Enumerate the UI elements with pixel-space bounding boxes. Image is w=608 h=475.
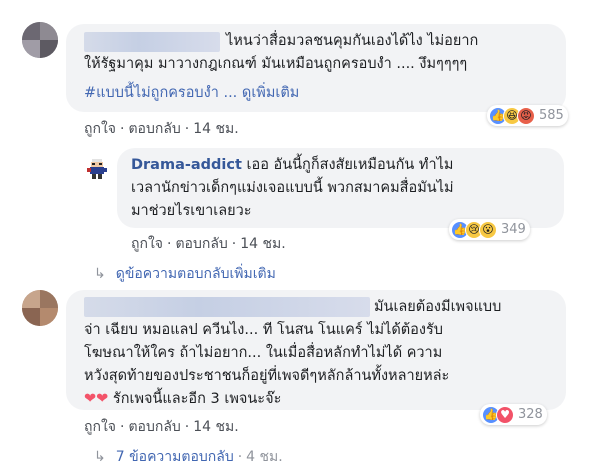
reply-button[interactable]: ตอบกลับ bbox=[128, 419, 180, 435]
avatar-pixel bbox=[22, 40, 40, 58]
reaction-count: 349 bbox=[501, 222, 526, 237]
timestamp[interactable]: 14 ชม. bbox=[193, 121, 238, 137]
avatar-pixel bbox=[22, 308, 40, 326]
drama-addict-avatar[interactable] bbox=[86, 158, 108, 180]
timestamp: 4 ชม. bbox=[246, 449, 283, 465]
reaction-summary[interactable]: 👍 ♥ 328 bbox=[480, 404, 547, 425]
avatar[interactable] bbox=[22, 290, 58, 326]
comment-text: รักเพจนี้และอีก 3 เพจนะจ๊ะ bbox=[112, 391, 282, 407]
hashtag-link[interactable]: #แบบนี้ไม่ถูกครอบงำ bbox=[84, 85, 219, 101]
separator-dot: · bbox=[184, 121, 190, 137]
reply-text: เออ อันนี้กูก็สงสัยเหมือนกัน ทำไม bbox=[246, 157, 454, 173]
comment-text: จ่า เฉียบ หมอแลป ควีนไง... ที โนสน โนแคร… bbox=[84, 322, 443, 338]
avatar-pixel bbox=[22, 22, 40, 40]
comment-last-line: ❤❤ รักเพจนี้และอีก 3 เพจนะจ๊ะ bbox=[84, 388, 281, 411]
separator-dot: · bbox=[184, 419, 190, 435]
heart-emoji-icon: ❤ bbox=[84, 391, 97, 407]
love-reaction-icon: ♥ bbox=[496, 405, 514, 424]
avatar-pixel bbox=[22, 290, 40, 308]
reaction-summary[interactable]: 👍 😆 😡 585 bbox=[487, 105, 568, 126]
see-more-link[interactable]: ... ดูเพิ่มเติม bbox=[223, 85, 299, 101]
pixel-character-icon bbox=[86, 158, 108, 180]
view-more-replies-link[interactable]: ↳ ดูข้อความตอบกลับเพิ่มเติม bbox=[94, 263, 276, 285]
reply-actions: ถูกใจ · ตอบกลับ · 14 ชม. bbox=[131, 233, 286, 255]
like-button[interactable]: ถูกใจ bbox=[131, 236, 163, 252]
more-replies-label: 7 ข้อความตอบกลับ bbox=[115, 449, 234, 465]
commenter-name-blurred[interactable] bbox=[84, 32, 220, 52]
separator-dot: · bbox=[167, 236, 172, 252]
separator-dot: · bbox=[237, 449, 243, 465]
like-button[interactable]: ถูกใจ bbox=[84, 121, 116, 137]
reply-button[interactable]: ตอบกลับ bbox=[128, 121, 180, 137]
reply-button[interactable]: ตอบกลับ bbox=[175, 236, 227, 252]
reply-arrow-icon: ↳ bbox=[94, 266, 106, 282]
separator-dot: · bbox=[120, 121, 125, 137]
wow-reaction-icon: 😮 bbox=[479, 220, 497, 239]
separator-dot: · bbox=[231, 236, 237, 252]
timestamp[interactable]: 14 ชม. bbox=[193, 419, 238, 435]
reply-line: Drama-addict เออ อันนี้กูก็สงสัยเหมือนกั… bbox=[131, 154, 453, 177]
timestamp[interactable]: 14 ชม. bbox=[240, 236, 285, 252]
avatar-pixel bbox=[40, 22, 58, 40]
like-button[interactable]: ถูกใจ bbox=[84, 419, 116, 435]
avatar-pixel bbox=[40, 40, 58, 58]
avatar-pixel bbox=[40, 308, 58, 326]
comment-hashtag-line: #แบบนี้ไม่ถูกครอบงำ ... ดูเพิ่มเติม bbox=[84, 82, 299, 105]
reaction-count: 585 bbox=[539, 108, 564, 123]
avatar-pixel bbox=[40, 290, 58, 308]
reply-text: เวลานักข่าวเด็กๆแม่งเจอแบบนี้ พวกสมาคมสื… bbox=[131, 180, 454, 196]
reaction-summary[interactable]: 👍 😢 😮 349 bbox=[449, 219, 530, 240]
heart-emoji-icon: ❤ bbox=[96, 391, 109, 407]
commenter-name-blurred[interactable] bbox=[84, 297, 370, 317]
author-name[interactable]: Drama-addict bbox=[131, 157, 242, 173]
comment-text: มันเลยต้องมีเพจแบบ bbox=[374, 299, 502, 315]
avatar[interactable] bbox=[22, 22, 58, 58]
view-more-replies-label: ดูข้อความตอบกลับเพิ่มเติม bbox=[115, 266, 276, 282]
reply-arrow-icon: ↳ bbox=[94, 449, 106, 465]
reaction-count: 328 bbox=[518, 407, 543, 422]
comment-actions: ถูกใจ · ตอบกลับ · 14 ชม. bbox=[84, 118, 239, 140]
angry-reaction-icon: 😡 bbox=[517, 106, 535, 125]
comment-text: โฆษณาให้ใคร ถ้าไม่อยาก... ในเมื่อสื่อหลั… bbox=[84, 345, 443, 361]
reply-text: มาช่วยไรเขาเลยวะ bbox=[131, 203, 252, 219]
comment-text: ไหนว่าสื่อมวลชนคุมกันเองได้ไง ไม่อยาก bbox=[226, 33, 479, 49]
more-replies-link[interactable]: ↳ 7 ข้อความตอบกลับ · 4 ชม. bbox=[94, 446, 283, 468]
separator-dot: · bbox=[120, 419, 125, 435]
comment-actions: ถูกใจ · ตอบกลับ · 14 ชม. bbox=[84, 416, 239, 438]
comment-text: ให้รัฐมาคุม มาวางกฎเกณฑ์ มันเหมือนถูกครอ… bbox=[84, 56, 468, 72]
comment-text: หวังสุดท้ายของประชาชนก็อยู่ที่เพจดีๆหลัก… bbox=[84, 368, 450, 384]
